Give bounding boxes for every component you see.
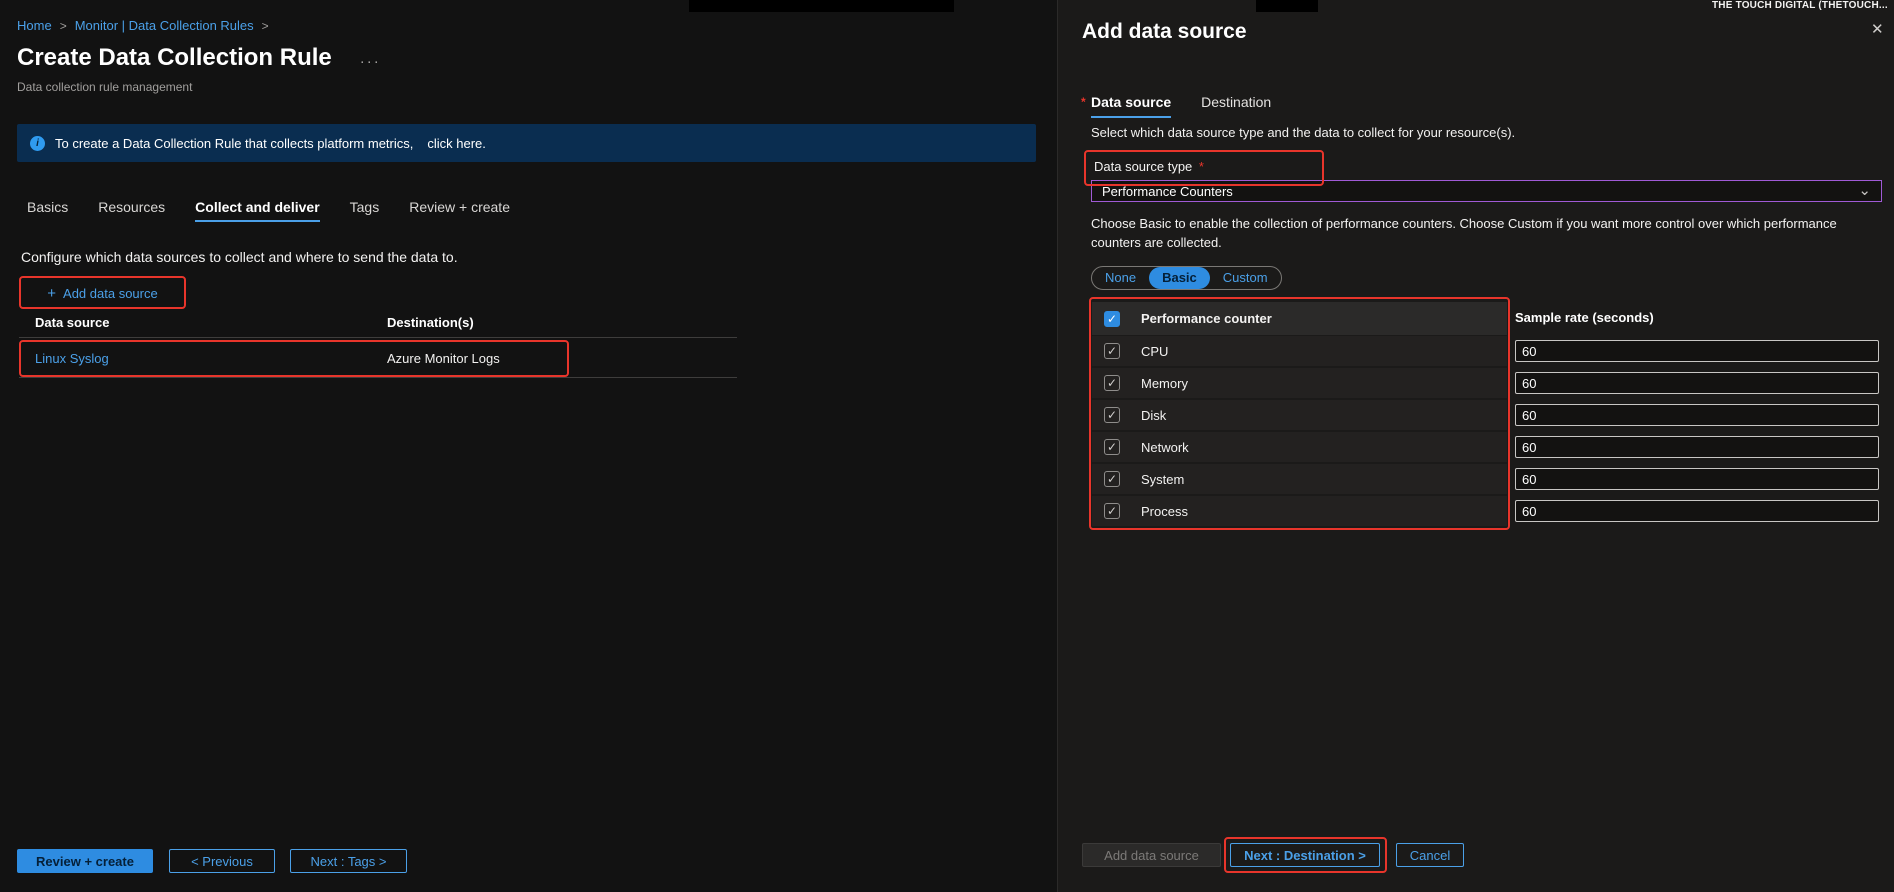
banner-link[interactable]: click here.	[427, 136, 486, 151]
pill-basic[interactable]: Basic	[1149, 267, 1210, 289]
add-data-source-panel: Add data source ✕ * Data source Destinat…	[1057, 0, 1894, 892]
banner-text: To create a Data Collection Rule that co…	[55, 135, 414, 151]
pill-custom[interactable]: Custom	[1210, 267, 1281, 289]
account-text: THE TOUCH DIGITAL (THETOUCH...	[1712, 0, 1888, 11]
rate-input-network[interactable]	[1515, 436, 1879, 458]
panel-title: Add data source	[1082, 20, 1247, 43]
page-subtitle: Data collection rule management	[17, 80, 193, 94]
previous-button[interactable]: < Previous	[169, 849, 275, 873]
rate-input-system[interactable]	[1515, 468, 1879, 490]
type-label-text: Data source type	[1094, 159, 1193, 174]
cancel-button[interactable]: Cancel	[1396, 843, 1464, 867]
required-marker: *	[1198, 159, 1204, 174]
tab-collect-and-deliver[interactable]: Collect and deliver	[195, 199, 320, 222]
check-icon: ✓	[1106, 472, 1118, 486]
info-banner: i To create a Data Collection Rule that …	[17, 124, 1036, 162]
column-destinations: Destination(s)	[387, 315, 474, 330]
tab-review-create[interactable]: Review + create	[409, 199, 510, 222]
counter-name: Process	[1141, 503, 1188, 519]
pill-none[interactable]: None	[1092, 267, 1149, 289]
counter-header-label: Performance counter	[1141, 311, 1272, 326]
add-data-source-label: Add data source	[63, 285, 158, 301]
checkbox-cpu[interactable]: ✓	[1104, 343, 1120, 359]
counter-row-cpu: ✓ CPU	[1092, 336, 1507, 366]
counter-row-disk: ✓ Disk	[1092, 400, 1507, 430]
counter-name: Memory	[1141, 375, 1188, 391]
close-icon[interactable]: ✕	[1871, 20, 1884, 38]
rate-input-process[interactable]	[1515, 500, 1879, 522]
required-marker: *	[1081, 95, 1086, 109]
screen: THE TOUCH DIGITAL (THETOUCH... Home > Mo…	[0, 0, 1894, 892]
check-icon: ✓	[1106, 311, 1118, 326]
check-icon: ✓	[1106, 408, 1118, 422]
tab-basics[interactable]: Basics	[27, 199, 68, 222]
page-tabs: Basics Resources Collect and deliver Tag…	[27, 199, 540, 222]
counter-name: CPU	[1141, 343, 1169, 359]
breadcrumb-separator: >	[261, 18, 269, 33]
counter-row-process: ✓ Process	[1092, 496, 1507, 526]
check-icon: ✓	[1106, 376, 1118, 390]
panel-description: Select which data source type and the da…	[1091, 125, 1516, 140]
select-value: Performance Counters	[1102, 183, 1233, 199]
counter-name: Disk	[1141, 407, 1167, 423]
tab-tags[interactable]: Tags	[350, 199, 380, 222]
redaction-bar	[689, 0, 954, 12]
rate-input-cpu[interactable]	[1515, 340, 1879, 362]
counter-name: System	[1141, 471, 1185, 487]
data-source-type-select[interactable]: Performance Counters ⌄	[1091, 180, 1882, 202]
plus-icon: +	[47, 284, 57, 302]
tab-data-source[interactable]: Data source	[1091, 94, 1172, 118]
rate-input-disk[interactable]	[1515, 404, 1879, 426]
add-data-source-button[interactable]: + Add data source	[22, 280, 183, 306]
more-options-icon[interactable]: ···	[360, 53, 381, 70]
page-title: Create Data Collection Rule	[17, 44, 332, 71]
row-linux-syslog-link[interactable]: Linux Syslog	[35, 351, 109, 366]
counter-row-network: ✓ Network	[1092, 432, 1507, 462]
data-source-type-label: Data source type *	[1094, 159, 1204, 174]
sample-rate-header: Sample rate (seconds)	[1515, 310, 1654, 325]
breadcrumb: Home > Monitor | Data Collection Rules >	[17, 18, 269, 33]
panel-add-data-source-button[interactable]: Add data source	[1082, 843, 1221, 867]
row-destination-value: Azure Monitor Logs	[387, 351, 500, 366]
table-header-divider	[19, 337, 737, 338]
check-icon: ✓	[1106, 504, 1118, 518]
table-row-divider	[19, 377, 737, 378]
breadcrumb-separator: >	[59, 18, 67, 33]
column-data-source: Data source	[35, 315, 110, 330]
next-destination-button[interactable]: Next : Destination >	[1230, 843, 1380, 867]
chevron-down-icon: ⌄	[1858, 182, 1871, 199]
checkbox-network[interactable]: ✓	[1104, 439, 1120, 455]
tab-resources[interactable]: Resources	[98, 199, 165, 222]
breadcrumb-monitor[interactable]: Monitor | Data Collection Rules	[75, 18, 254, 33]
next-tags-button[interactable]: Next : Tags >	[290, 849, 407, 873]
checkbox-process[interactable]: ✓	[1104, 503, 1120, 519]
check-icon: ✓	[1106, 344, 1118, 358]
check-icon: ✓	[1106, 440, 1118, 454]
counter-table-header: ✓ Performance counter	[1092, 302, 1507, 335]
checkbox-system[interactable]: ✓	[1104, 471, 1120, 487]
checkbox-disk[interactable]: ✓	[1104, 407, 1120, 423]
panel-tabs: Data source Destination	[1091, 94, 1271, 118]
counter-name: Network	[1141, 439, 1189, 455]
breadcrumb-home[interactable]: Home	[17, 18, 52, 33]
select-all-checkbox[interactable]: ✓	[1104, 310, 1120, 327]
counter-row-memory: ✓ Memory	[1092, 368, 1507, 398]
review-create-button[interactable]: Review + create	[17, 849, 153, 873]
create-dcr-page: Home > Monitor | Data Collection Rules >…	[0, 0, 1057, 892]
checkbox-memory[interactable]: ✓	[1104, 375, 1120, 391]
tab-destination[interactable]: Destination	[1201, 94, 1271, 118]
info-icon: i	[30, 135, 45, 151]
redaction-bar	[1256, 0, 1318, 12]
counter-row-system: ✓ System	[1092, 464, 1507, 494]
configure-text: Configure which data sources to collect …	[21, 249, 458, 265]
choose-text: Choose Basic to enable the collection of…	[1091, 216, 1837, 250]
title-row: Create Data Collection Rule ···	[17, 44, 381, 72]
collection-mode-toggle: None Basic Custom	[1091, 266, 1282, 290]
rate-input-memory[interactable]	[1515, 372, 1879, 394]
